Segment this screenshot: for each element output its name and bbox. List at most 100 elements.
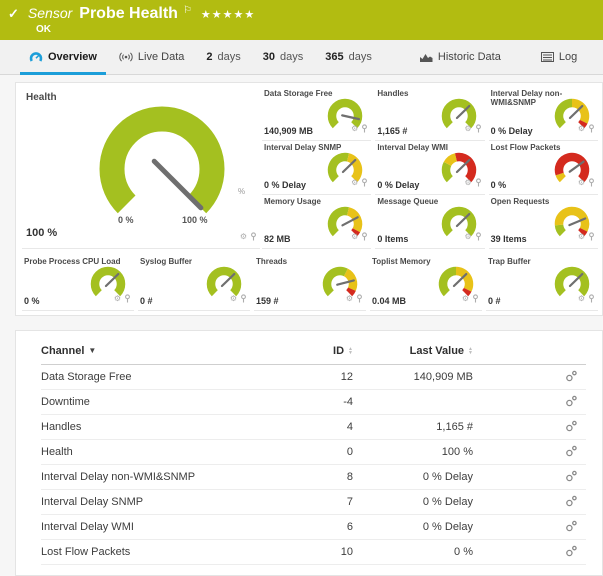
- table-row-lost-flow-packets[interactable]: Lost Flow Packets100 %: [41, 540, 586, 565]
- channel-settings-icon[interactable]: [565, 420, 578, 435]
- tab-historic-data[interactable]: Historic Data: [409, 40, 512, 74]
- gear-icon[interactable]: ⚙: [578, 295, 585, 303]
- pin-icon[interactable]: [475, 174, 482, 192]
- pin-icon[interactable]: [588, 290, 595, 308]
- channel-settings-icon-glyph: [565, 420, 578, 432]
- table-row-interval-delay-wmi[interactable]: Interval Delay WMI60 % Delay: [41, 515, 586, 540]
- priority-stars[interactable]: ★★★★★: [201, 8, 255, 21]
- table-row-handles[interactable]: Handles41,165 #: [41, 415, 586, 440]
- health-dial: [62, 93, 262, 233]
- flag-icon[interactable]: ⚐: [183, 5, 192, 16]
- tab-label: Historic Data: [438, 51, 501, 63]
- gear-icon[interactable]: ⚙: [578, 125, 585, 133]
- gear-icon[interactable]: ⚙: [351, 233, 358, 241]
- pin-icon-glyph: [361, 124, 368, 133]
- channel-last-value: 0 % Delay: [353, 471, 473, 483]
- pin-icon[interactable]: [356, 290, 363, 308]
- status-badge: OK: [36, 24, 51, 35]
- channel-settings-icon[interactable]: [565, 495, 578, 510]
- pin-icon[interactable]: [588, 174, 595, 192]
- pin-icon[interactable]: [361, 228, 368, 246]
- gauge-interval-delay-non-wmi-snmp: Interval Delay non-WMI&SNMP0 % Delay⚙: [489, 87, 598, 141]
- gauge-value: 100 %: [26, 227, 57, 239]
- pin-icon[interactable]: [588, 120, 595, 138]
- gauge-value: 140,909 MB: [264, 126, 313, 136]
- tab-overview[interactable]: Overview: [18, 40, 108, 74]
- table-row-data-storage-free[interactable]: Data Storage Free12140,909 MB: [41, 365, 586, 390]
- column-header-label: ID: [333, 345, 344, 357]
- gauge-memory-usage: Memory Usage82 MB⚙: [262, 195, 371, 249]
- pin-icon[interactable]: [124, 290, 131, 308]
- tab-30-days[interactable]: 30days: [252, 40, 315, 74]
- channel-settings-icon[interactable]: [565, 520, 578, 535]
- tab-number: 2: [206, 51, 212, 63]
- gear-icon[interactable]: ⚙: [351, 179, 358, 187]
- gauge-interval-delay-wmi: Interval Delay WMI0 % Delay⚙: [375, 141, 484, 195]
- channel-settings-icon-glyph: [565, 520, 578, 532]
- table-row-health[interactable]: Health0100 %: [41, 440, 586, 465]
- column-header-last-value[interactable]: Last Value ▲▼: [353, 345, 473, 357]
- tab-log[interactable]: Log: [530, 40, 588, 74]
- column-header-channel[interactable]: Channel ▼: [41, 345, 293, 357]
- gauge-value: 82 MB: [264, 234, 291, 244]
- column-header-id[interactable]: ID ▲▼: [293, 345, 353, 357]
- chart-icon: [420, 52, 433, 62]
- pin-icon[interactable]: [250, 228, 257, 246]
- gear-icon[interactable]: ⚙: [464, 233, 471, 241]
- channel-name: Data Storage Free: [41, 371, 293, 383]
- gauge-handles: Handles1,165 #⚙: [375, 87, 484, 141]
- channels-table-panel: Channel ▼ ID ▲▼ Last Value ▲▼ Data Stora…: [15, 330, 603, 576]
- pin-icon[interactable]: [472, 290, 479, 308]
- pin-icon[interactable]: [475, 120, 482, 138]
- gear-icon[interactable]: ⚙: [464, 125, 471, 133]
- gauge-bottom-row: Probe Process CPU Load0 %⚙Syslog Buffer0…: [22, 255, 598, 311]
- gear-icon[interactable]: ⚙: [114, 295, 121, 303]
- gauge-value: 39 Items: [491, 234, 527, 244]
- tab-label: Overview: [48, 51, 97, 63]
- pin-icon[interactable]: [475, 228, 482, 246]
- gauge-unit-label: %: [238, 187, 245, 196]
- channel-settings-icon-glyph: [565, 370, 578, 382]
- pin-icon-glyph: [356, 294, 363, 303]
- channel-name: Downtime: [41, 396, 293, 408]
- tab-365-days[interactable]: 365days: [314, 40, 383, 74]
- pin-icon[interactable]: [588, 228, 595, 246]
- tab-2-days[interactable]: 2days: [195, 40, 251, 74]
- channel-settings-icon[interactable]: [565, 545, 578, 560]
- gauge-interval-delay-snmp: Interval Delay SNMP0 % Delay⚙: [262, 141, 371, 195]
- gear-icon[interactable]: ⚙: [230, 295, 237, 303]
- gear-icon[interactable]: ⚙: [578, 179, 585, 187]
- pin-icon[interactable]: [240, 290, 247, 308]
- pin-icon-glyph: [472, 294, 479, 303]
- gear-icon[interactable]: ⚙: [462, 295, 469, 303]
- gauge-value: 1,165 #: [377, 126, 407, 136]
- gear-icon[interactable]: ⚙: [351, 125, 358, 133]
- channel-name: Interval Delay WMI: [41, 521, 293, 533]
- table-row-downtime[interactable]: Downtime-4: [41, 390, 586, 415]
- table-row-interval-delay-non-wmi-snmp[interactable]: Interval Delay non-WMI&SNMP80 % Delay: [41, 465, 586, 490]
- gauge-syslog-buffer: Syslog Buffer0 #⚙: [138, 255, 250, 311]
- channel-last-value: 100 %: [353, 446, 473, 458]
- channel-settings-icon[interactable]: [565, 395, 578, 410]
- channel-name: Lost Flow Packets: [41, 546, 293, 558]
- channel-settings-icon[interactable]: [565, 370, 578, 385]
- pin-icon[interactable]: [361, 120, 368, 138]
- gear-icon[interactable]: ⚙: [464, 179, 471, 187]
- tab-number: 365: [325, 51, 343, 63]
- tab-live-data[interactable]: Live Data: [108, 40, 195, 74]
- channel-last-value: 1,165 #: [353, 421, 473, 433]
- table-row-interval-delay-snmp[interactable]: Interval Delay SNMP70 % Delay: [41, 490, 586, 515]
- gauge-value: 0 Items: [377, 234, 408, 244]
- sort-icon: ▲▼: [468, 347, 473, 355]
- gauge-lost-flow-packets: Lost Flow Packets0 %⚙: [489, 141, 598, 195]
- channel-settings-icon[interactable]: [565, 470, 578, 485]
- channel-settings-icon-glyph: [565, 445, 578, 457]
- channel-settings-icon[interactable]: [565, 445, 578, 460]
- gauge-dial: [62, 93, 262, 233]
- gear-icon[interactable]: ⚙: [578, 233, 585, 241]
- pin-icon[interactable]: [361, 174, 368, 192]
- gauge-min-label: 0 %: [118, 215, 134, 225]
- log-icon: [541, 52, 554, 62]
- gear-icon[interactable]: ⚙: [346, 295, 353, 303]
- gear-icon[interactable]: ⚙: [240, 233, 247, 241]
